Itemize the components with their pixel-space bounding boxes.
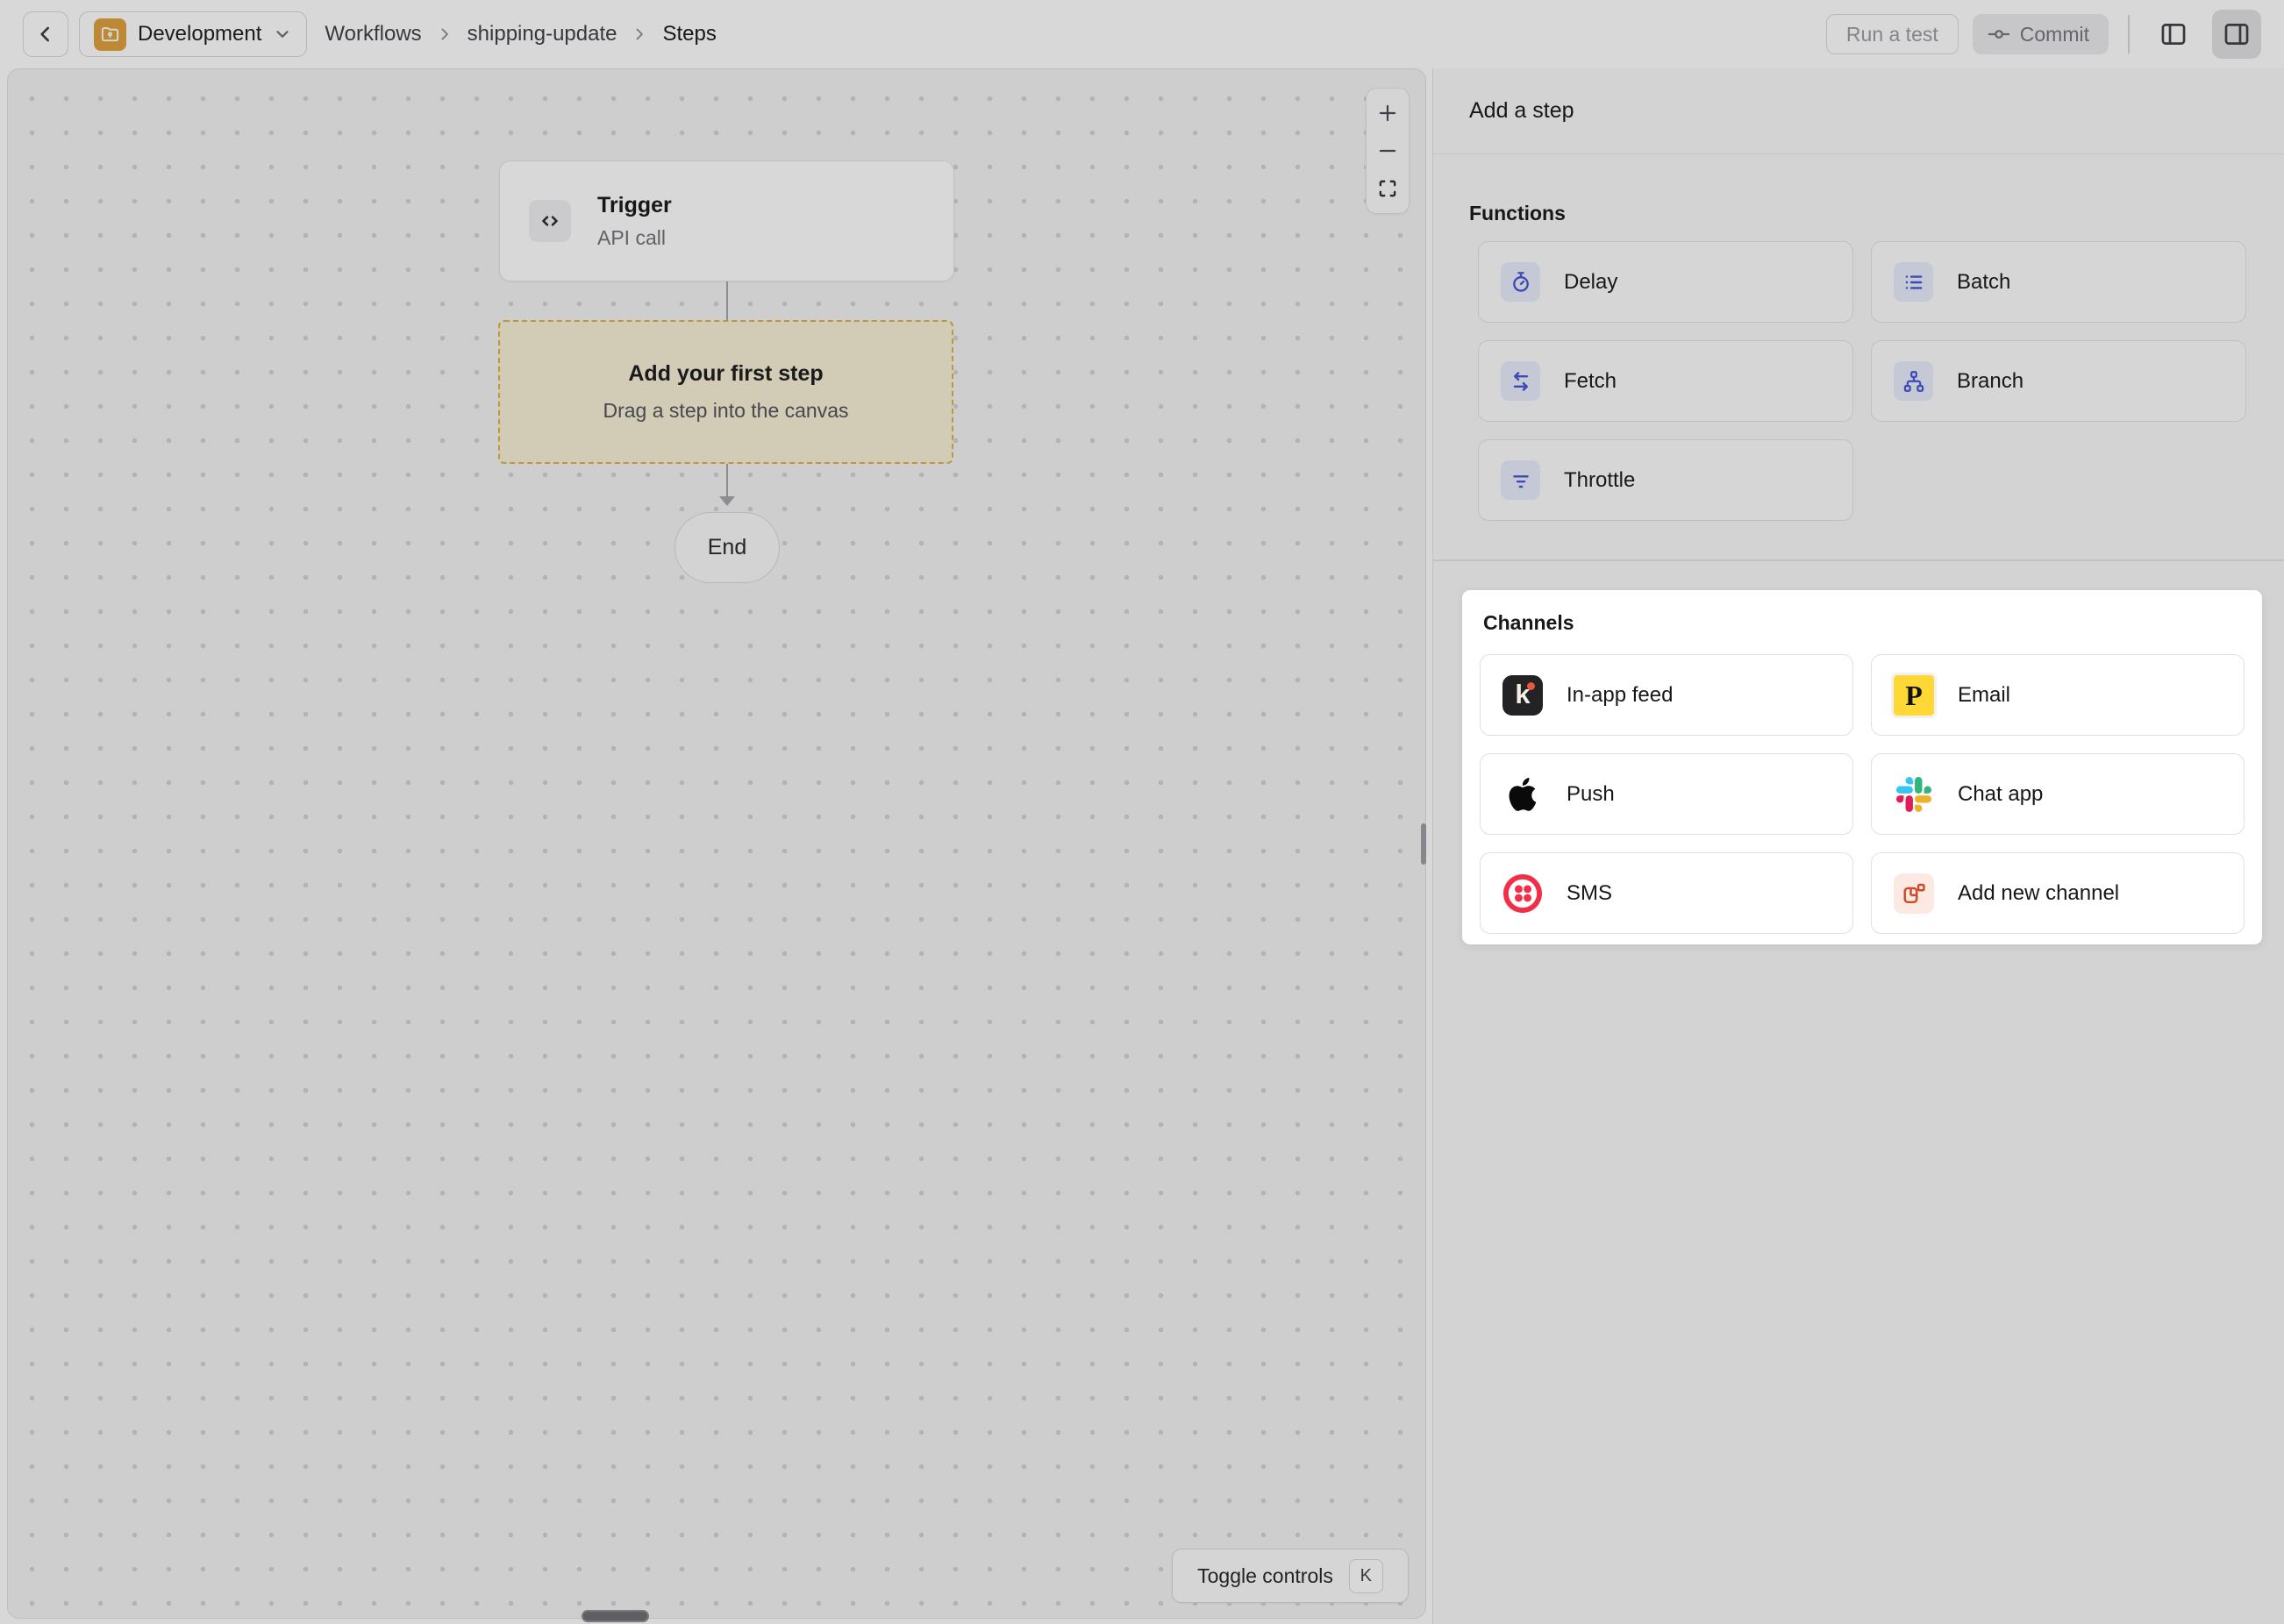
step-card-label: Push [1567, 782, 1615, 807]
apple-logo-icon [1502, 774, 1543, 815]
functions-section-label: Functions [1469, 202, 1566, 225]
environment-label: Development [138, 22, 261, 46]
postmark-logo-letter: P [1905, 681, 1923, 709]
trigger-title: Trigger [597, 193, 672, 218]
fetch-arrows-icon [1501, 361, 1540, 401]
step-card-label: Batch [1957, 270, 2010, 295]
plus-icon [1376, 102, 1399, 125]
connector-line [726, 464, 728, 496]
trigger-node-text: Trigger API call [597, 193, 672, 250]
dropzone-subtitle: Drag a step into the canvas [603, 399, 849, 423]
top-bar: Development Workflows shipping-update St… [0, 0, 2284, 68]
knock-logo-icon: k [1502, 675, 1543, 716]
zoom-out-button[interactable] [1368, 132, 1407, 169]
step-card-in-app-feed[interactable]: k In-app feed [1480, 654, 1853, 736]
step-card-push[interactable]: Push [1480, 753, 1853, 835]
end-node[interactable]: End [674, 512, 780, 583]
panel-left-icon [2159, 19, 2188, 49]
trigger-subtitle: API call [597, 226, 672, 250]
step-card-label: Fetch [1564, 369, 1617, 394]
zoom-in-button[interactable] [1368, 95, 1407, 132]
step-card-throttle[interactable]: Throttle [1478, 439, 1853, 521]
breadcrumb-steps: Steps [662, 22, 716, 46]
breadcrumb-workflow-name[interactable]: shipping-update [468, 22, 617, 46]
postmark-logo-icon: P [1894, 675, 1934, 716]
step-card-label: Throttle [1564, 468, 1635, 493]
step-card-label: Email [1958, 683, 2010, 708]
add-new-channel-card[interactable]: Add new channel [1871, 852, 2245, 934]
chevron-down-icon [273, 25, 292, 44]
connector-line [726, 281, 728, 320]
toggle-left-panel-button[interactable] [2149, 10, 2198, 59]
trigger-node[interactable]: Trigger API call [499, 160, 954, 281]
commit-button[interactable]: Commit [1973, 14, 2109, 54]
environment-folder-icon [94, 18, 126, 51]
back-button[interactable] [23, 11, 68, 57]
run-a-test-button[interactable]: Run a test [1826, 14, 1959, 54]
minus-icon [1376, 139, 1399, 162]
chevron-right-icon [631, 25, 648, 43]
step-card-fetch[interactable]: Fetch [1478, 340, 1853, 422]
channels-grid: k In-app feed P Email Push [1480, 654, 2245, 934]
workflow-canvas[interactable]: Trigger API call Add your first step Dra… [7, 68, 1426, 1619]
toolbar-divider [2128, 15, 2130, 53]
step-card-label: Branch [1957, 369, 2023, 394]
toggle-controls-button[interactable]: Toggle controls K [1172, 1549, 1409, 1603]
channels-section: Channels k In-app feed P Email Push [1462, 590, 2262, 944]
keyboard-shortcut-badge: K [1349, 1559, 1383, 1593]
end-label: End [708, 535, 746, 560]
step-card-branch[interactable]: Branch [1871, 340, 2246, 422]
step-card-sms[interactable]: SMS [1480, 852, 1853, 934]
batch-list-icon [1894, 262, 1933, 302]
branch-icon [1894, 361, 1933, 401]
first-step-dropzone[interactable]: Add your first step Drag a step into the… [498, 320, 953, 464]
add-step-panel: Add a step Functions Delay Batch Fetch [1432, 68, 2284, 1624]
run-a-test-label: Run a test [1846, 23, 1938, 46]
toggle-controls-label: Toggle controls [1197, 1564, 1333, 1588]
chevron-left-icon [34, 23, 57, 46]
panel-title: Add a step [1469, 98, 1574, 124]
code-icon [529, 200, 571, 242]
panel-section-divider [1433, 559, 2284, 561]
step-card-label: In-app feed [1567, 683, 1673, 708]
panel-header: Add a step [1433, 68, 2284, 154]
toggle-right-panel-button[interactable] [2212, 10, 2261, 59]
step-card-delay[interactable]: Delay [1478, 241, 1853, 323]
step-card-label: Delay [1564, 270, 1617, 295]
step-card-label: SMS [1567, 881, 1612, 906]
commit-icon [1987, 22, 2011, 46]
chevron-right-icon [436, 25, 453, 43]
step-card-email[interactable]: P Email [1871, 654, 2245, 736]
knock-logo-dot [1527, 682, 1535, 690]
add-channel-icon [1894, 873, 1934, 914]
environment-selector[interactable]: Development [79, 11, 307, 57]
breadcrumb-workflows[interactable]: Workflows [325, 22, 421, 46]
twilio-logo-icon [1502, 873, 1543, 914]
top-bar-actions: Run a test Commit [1826, 10, 2261, 59]
step-card-chat-app[interactable]: Chat app [1871, 753, 2245, 835]
breadcrumb: Workflows shipping-update Steps [325, 22, 716, 46]
dropzone-title: Add your first step [628, 361, 823, 387]
vertical-scrollbar-thumb[interactable] [1421, 823, 1426, 865]
panel-right-icon [2222, 19, 2252, 49]
stopwatch-icon [1501, 262, 1540, 302]
throttle-icon [1501, 460, 1540, 500]
connector-arrowhead [719, 496, 735, 506]
fit-view-icon [1376, 177, 1399, 200]
slack-logo-icon [1894, 774, 1934, 815]
canvas-zoom-controls [1366, 88, 1410, 214]
fit-view-button[interactable] [1368, 170, 1407, 207]
step-card-batch[interactable]: Batch [1871, 241, 2246, 323]
functions-grid: Delay Batch Fetch Branch Throttle [1478, 241, 2246, 521]
step-card-label: Add new channel [1958, 881, 2119, 906]
channels-section-label: Channels [1483, 611, 2245, 635]
horizontal-scrollbar-thumb[interactable] [582, 1610, 649, 1622]
step-card-label: Chat app [1958, 782, 2043, 807]
commit-label: Commit [2020, 23, 2089, 46]
